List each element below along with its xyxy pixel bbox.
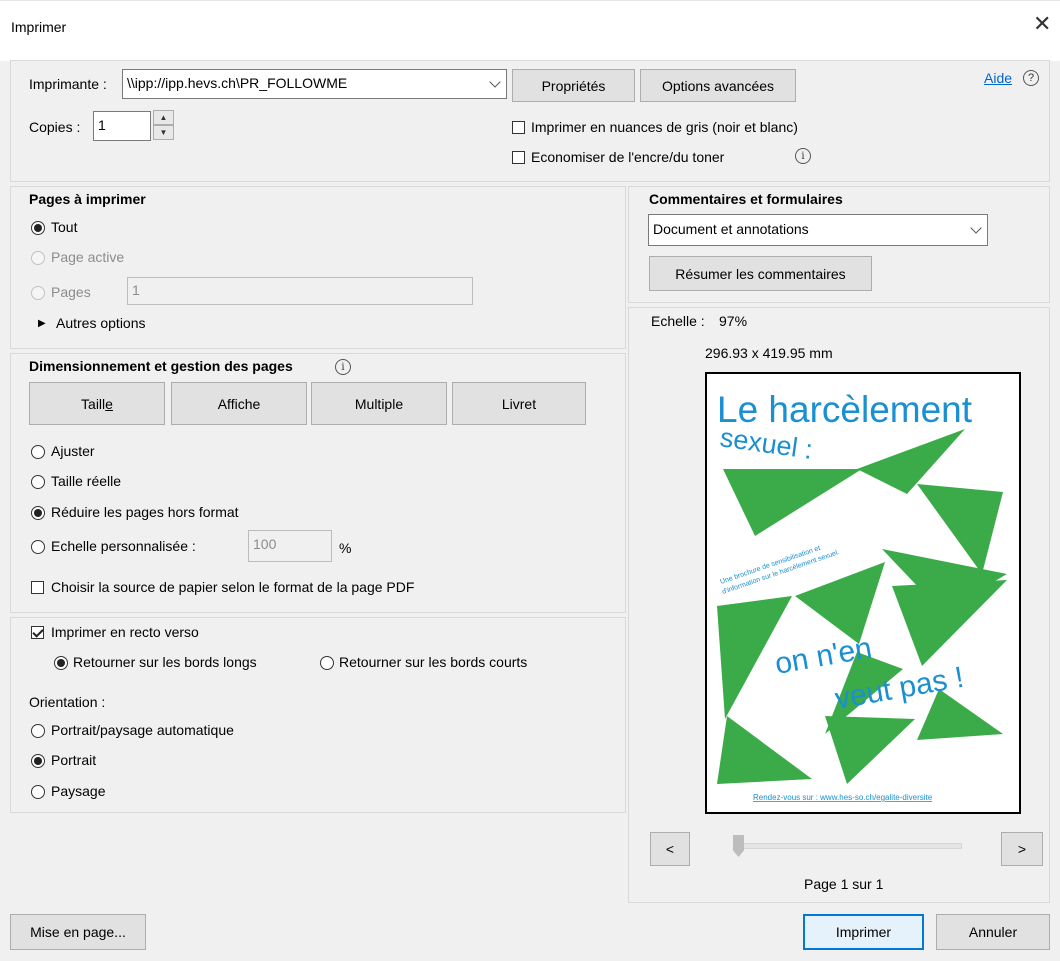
sizing-heading: Dimensionnement et gestion des pages [29,358,293,374]
title-bar: Imprimer ✕ [0,0,1060,61]
chevron-down-icon [489,76,501,88]
radio-pages[interactable] [31,286,45,300]
decrement-icon[interactable]: ▼ [153,125,174,140]
radio-actual-size[interactable] [31,475,45,489]
info-icon[interactable]: i [795,148,811,164]
page-preview: Le harcèlement sexuel : Une brochure de … [705,372,1021,814]
poster-footer-link: Rendez-vous sur : www.hes-so.ch/egalite-… [753,793,933,802]
radio-current-page[interactable] [31,251,45,265]
paper-source-label: Choisir la source de papier selon le for… [51,579,415,595]
grayscale-checkbox[interactable] [512,121,525,134]
radio-auto-orientation-label: Portrait/paysage automatique [51,722,234,738]
paper-source-checkbox[interactable] [31,581,44,594]
radio-shrink[interactable] [31,506,45,520]
printer-select-value: \\ipp://ipp.hevs.ch\PR_FOLLOWME [127,75,348,91]
radio-portrait[interactable] [31,754,45,768]
radio-current-page-label: Page active [51,249,125,265]
radio-custom-scale-label: Echelle personnalisée : [51,538,196,554]
increment-icon[interactable]: ▲ [153,110,174,125]
pages-range-input[interactable]: 1 [127,277,473,305]
tab-poster[interactable]: Affiche [171,382,307,425]
radio-short-edge-label: Retourner sur les bords courts [339,654,528,670]
page-slider-track[interactable] [740,843,962,849]
green-triangle [825,716,915,784]
copies-input[interactable]: 1 [93,111,151,141]
save-ink-checkbox[interactable] [512,151,525,164]
radio-shrink-label: Réduire les pages hors format [51,504,239,520]
more-options-toggle[interactable]: Autres options [56,315,146,331]
duplex-checkbox[interactable] [31,626,44,639]
radio-fit-label: Ajuster [51,443,95,459]
printer-label: Imprimante : [29,76,107,92]
scale-value: 97% [719,313,748,329]
orientation-label: Orientation : [29,694,106,710]
triangle-right-icon[interactable]: ▶ [38,318,46,329]
page-setup-button[interactable]: Mise en page... [10,914,146,950]
paper-size-text: 296.93 x 419.95 mm [705,345,833,361]
properties-button[interactable]: Propriétés [512,69,635,102]
radio-auto-orientation[interactable] [31,724,45,738]
green-triangle [723,469,862,536]
help-link[interactable]: Aide [984,70,1012,86]
scale-label: Echelle : [651,313,705,329]
save-ink-label: Economiser de l'encre/du toner [531,149,725,165]
dialog-title: Imprimer [11,19,67,35]
prev-page-button[interactable]: < [650,832,690,866]
radio-long-edge-label: Retourner sur les bords longs [73,654,257,670]
green-triangle [857,429,965,494]
tab-size[interactable]: Taille [29,382,165,425]
radio-all-label: Tout [51,219,78,235]
radio-landscape-label: Paysage [51,783,106,799]
poster-graphic: Le harcèlement sexuel : Une brochure de … [717,389,1007,802]
comments-select[interactable]: Document et annotations [648,214,988,246]
tab-multiple[interactable]: Multiple [311,382,447,425]
radio-short-edge[interactable] [320,656,334,670]
radio-long-edge[interactable] [54,656,68,670]
poster-triangles [717,429,1007,784]
radio-actual-size-label: Taille réelle [51,473,122,489]
duplex-label: Imprimer en recto verso [51,624,199,640]
pages-heading: Pages à imprimer [29,191,146,207]
close-icon[interactable]: ✕ [1033,13,1051,35]
advanced-options-button[interactable]: Options avancées [640,69,796,102]
print-button[interactable]: Imprimer [803,914,924,950]
green-triangle [892,580,1007,666]
green-triangle [795,562,885,644]
tab-size-label: Taille [81,395,113,412]
radio-pages-label: Pages [51,284,91,300]
green-triangle [717,716,812,784]
copies-stepper[interactable]: ▲ ▼ [153,110,174,140]
next-page-button[interactable]: > [1001,832,1043,866]
poster-title: Le harcèlement [717,389,973,430]
tab-booklet[interactable]: Livret [452,382,586,425]
tab-poster-label: Affiche [217,395,261,412]
comments-select-value: Document et annotations [653,221,809,237]
printer-select[interactable]: \\ipp://ipp.hevs.ch\PR_FOLLOWME [122,69,507,99]
radio-portrait-label: Portrait [51,752,97,768]
cancel-button[interactable]: Annuler [936,914,1050,950]
tab-booklet-label: Livret [501,395,537,412]
summarize-comments-button[interactable]: Résumer les commentaires [649,256,872,291]
grayscale-label: Imprimer en nuances de gris (noir et bla… [531,119,798,135]
percent-label: % [339,540,352,556]
copies-label: Copies : [29,119,81,135]
custom-scale-input[interactable]: 100 [248,530,332,562]
comments-heading: Commentaires et formulaires [649,191,843,207]
info-icon[interactable]: i [335,359,351,375]
chevron-down-icon [970,222,982,234]
page-indicator: Page 1 sur 1 [804,876,884,892]
radio-custom-scale[interactable] [31,540,45,554]
radio-fit[interactable] [31,445,45,459]
help-icon[interactable]: ? [1023,70,1039,86]
radio-landscape[interactable] [31,785,45,799]
tab-multiple-label: Multiple [354,395,404,412]
radio-all[interactable] [31,221,45,235]
